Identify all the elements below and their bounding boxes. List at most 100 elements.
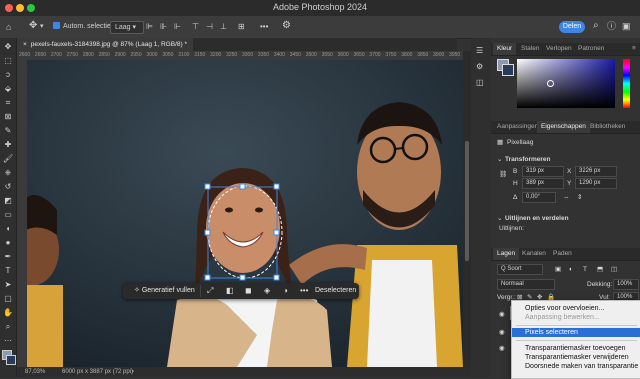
lasso-tool-icon[interactable]: ↄ bbox=[3, 70, 13, 80]
layer-visibility-eye-icon[interactable]: ◉ bbox=[499, 310, 505, 319]
background-color-chip[interactable] bbox=[502, 64, 514, 76]
auto-select-target-dropdown[interactable]: Laag ▾ bbox=[110, 21, 144, 34]
history-brush-tool-icon[interactable]: ↺ bbox=[3, 182, 13, 192]
close-document-icon[interactable]: × bbox=[23, 41, 27, 48]
height-field[interactable]: 389 px bbox=[522, 178, 564, 189]
menu-item-remove-transparency-mask[interactable]: Transparantiemasker verwijderen bbox=[512, 353, 640, 362]
document-canvas[interactable] bbox=[27, 60, 463, 367]
transform-chevron-icon[interactable]: ⌄ bbox=[497, 155, 502, 164]
color-field[interactable] bbox=[517, 59, 615, 108]
edit-toolbar-icon[interactable]: ⋯ bbox=[3, 336, 13, 346]
menu-item-select-pixels[interactable]: Pixels selecteren bbox=[512, 328, 640, 337]
filter-smart-icon[interactable]: ◫ bbox=[611, 265, 617, 274]
scrollbar-thumb[interactable] bbox=[465, 141, 469, 261]
move-tool-icon[interactable]: ✥ bbox=[3, 42, 13, 52]
panel-history-icon[interactable]: ☰ bbox=[476, 46, 483, 55]
zoom-level[interactable]: 87,03% bbox=[25, 367, 45, 377]
layer-visibility-eye-icon[interactable]: ◉ bbox=[499, 344, 505, 353]
filter-adjust-icon[interactable]: ◐ bbox=[569, 265, 573, 274]
filter-shape-icon[interactable]: ⬒ bbox=[597, 265, 603, 274]
menu-item-intersect-transparency[interactable]: Doorsnede maken van transparantie bbox=[512, 362, 640, 371]
eraser-tool-icon[interactable]: ◩ bbox=[3, 196, 13, 206]
width-field[interactable]: 319 px bbox=[522, 166, 564, 177]
align-bottom-icon[interactable]: ⊥ bbox=[220, 21, 227, 33]
blend-mode-dropdown[interactable]: Normaal bbox=[497, 279, 555, 290]
gradient-tool-icon[interactable]: ▭ bbox=[3, 210, 13, 220]
color-picker-ring[interactable] bbox=[547, 80, 554, 87]
hue-slider[interactable] bbox=[623, 59, 630, 108]
panel-properties-icon[interactable]: ⚙ bbox=[476, 62, 483, 71]
type-tool-icon[interactable]: T bbox=[3, 266, 13, 276]
angle-field[interactable]: 0,00° bbox=[522, 192, 556, 203]
filter-pixel-icon[interactable]: ▣ bbox=[555, 265, 561, 274]
workspace-icon[interactable]: ▣ bbox=[622, 20, 631, 32]
tab-verlopen[interactable]: Verlopen bbox=[542, 43, 576, 55]
background-color-swatch[interactable] bbox=[6, 355, 16, 365]
zoom-tool-icon[interactable]: ⌕ bbox=[3, 322, 13, 332]
marquee-tool-icon[interactable]: ⬚ bbox=[3, 56, 13, 66]
dodge-tool-icon[interactable]: ● bbox=[3, 238, 13, 248]
align-right-icon[interactable]: ⊩ bbox=[174, 21, 181, 33]
path-selection-tool-icon[interactable]: ➤ bbox=[3, 280, 13, 290]
tab-kleur[interactable]: Kleur bbox=[493, 43, 517, 55]
home-icon[interactable]: ⌂ bbox=[6, 21, 11, 33]
link-dimensions-icon[interactable]: ⛓ bbox=[499, 170, 507, 179]
tab-aanpassingen[interactable]: Aanpassingen bbox=[493, 121, 542, 133]
tool-preset-chevron-icon[interactable]: ▾ bbox=[40, 21, 44, 33]
panel-menu-icon[interactable]: ≡ bbox=[628, 43, 640, 55]
tab-kanalen[interactable]: Kanalen bbox=[518, 248, 550, 260]
tab-stalen[interactable]: Stalen bbox=[517, 43, 543, 55]
frame-tool-icon[interactable]: ⊠ bbox=[3, 112, 13, 122]
tab-paden[interactable]: Paden bbox=[549, 248, 576, 260]
modify-selection-icon[interactable]: ⤢ bbox=[207, 285, 213, 297]
crop-tool-icon[interactable]: ⌗ bbox=[3, 98, 13, 108]
flip-horizontal-icon[interactable]: ⇔ bbox=[563, 193, 570, 202]
x-field[interactable]: 3226 px bbox=[575, 166, 617, 177]
layer-filter-dropdown[interactable]: Q Soort bbox=[497, 264, 543, 275]
pen-tool-icon[interactable]: ✒ bbox=[3, 252, 13, 262]
deselect-button[interactable]: Deselecteren bbox=[315, 285, 356, 297]
auto-select-checkbox[interactable]: Autom. selectie: bbox=[53, 20, 113, 33]
hand-tool-icon[interactable]: ✋ bbox=[3, 308, 13, 318]
tab-bibliotheken[interactable]: Bibliotheken bbox=[586, 121, 629, 133]
opacity-field[interactable]: 100% bbox=[613, 279, 639, 290]
share-button[interactable]: Delen bbox=[559, 21, 585, 33]
layer-visibility-eye-icon[interactable]: ◉ bbox=[499, 328, 505, 337]
generative-fill-button[interactable]: ✧ Generatief vullen bbox=[129, 285, 201, 297]
menu-item-blending-options[interactable]: Opties voor overvloeien... bbox=[512, 304, 640, 313]
adjustment-layer-icon[interactable]: ◑ bbox=[283, 285, 288, 297]
align-chevron-icon[interactable]: ⌄ bbox=[497, 214, 502, 223]
blur-tool-icon[interactable]: ◖ bbox=[3, 224, 13, 234]
search-icon[interactable]: ⌕ bbox=[593, 20, 599, 32]
fill-selection-icon[interactable]: ◈ bbox=[264, 285, 270, 297]
menu-item-add-transparency-mask[interactable]: Transparantiemasker toevoegen bbox=[512, 344, 640, 353]
help-icon[interactable]: ⓘ bbox=[607, 20, 616, 32]
panel-layers-icon[interactable]: ◫ bbox=[476, 78, 484, 87]
more-options-button[interactable]: ••• bbox=[260, 21, 268, 33]
brush-tool-icon[interactable]: 🖌 bbox=[3, 154, 13, 164]
document-tab[interactable]: × pexels-fauxels-3184398.jpg @ 87% (Laag … bbox=[17, 38, 193, 51]
filter-type-icon[interactable]: T bbox=[583, 265, 587, 274]
status-chevron-icon[interactable]: › bbox=[132, 367, 134, 377]
settings-gear-icon[interactable]: ⚙ bbox=[282, 20, 291, 32]
tab-patronen[interactable]: Patronen bbox=[574, 43, 608, 55]
tab-lagen[interactable]: Lagen bbox=[493, 248, 520, 260]
healing-brush-tool-icon[interactable]: ✚ bbox=[3, 140, 13, 150]
canvas-vertical-scrollbar[interactable] bbox=[463, 51, 471, 367]
align-left-icon[interactable]: ⊫ bbox=[146, 21, 153, 33]
align-center-icon[interactable]: ⊪ bbox=[160, 21, 167, 33]
move-tool-icon[interactable]: ✥ bbox=[29, 20, 37, 32]
more-icon[interactable]: ••• bbox=[300, 285, 308, 297]
invert-selection-icon[interactable]: ◧ bbox=[226, 285, 234, 297]
eyedropper-tool-icon[interactable]: ✎ bbox=[3, 126, 13, 136]
y-field[interactable]: 1290 px bbox=[575, 178, 617, 189]
create-mask-icon[interactable]: ◼ bbox=[245, 285, 252, 297]
rectangle-tool-icon[interactable]: ▢ bbox=[3, 294, 13, 304]
tab-eigenschappen[interactable]: Eigenschappen bbox=[537, 121, 590, 133]
distribute-icon[interactable]: ⊞ bbox=[238, 21, 245, 33]
align-top-icon[interactable]: ⊤ bbox=[192, 21, 199, 33]
clone-stamp-tool-icon[interactable]: ⎈ bbox=[3, 168, 13, 178]
align-middle-icon[interactable]: ⊣ bbox=[206, 21, 213, 33]
object-selection-tool-icon[interactable]: ⬙ bbox=[3, 84, 13, 94]
flip-vertical-icon[interactable]: ⇕ bbox=[577, 193, 582, 202]
